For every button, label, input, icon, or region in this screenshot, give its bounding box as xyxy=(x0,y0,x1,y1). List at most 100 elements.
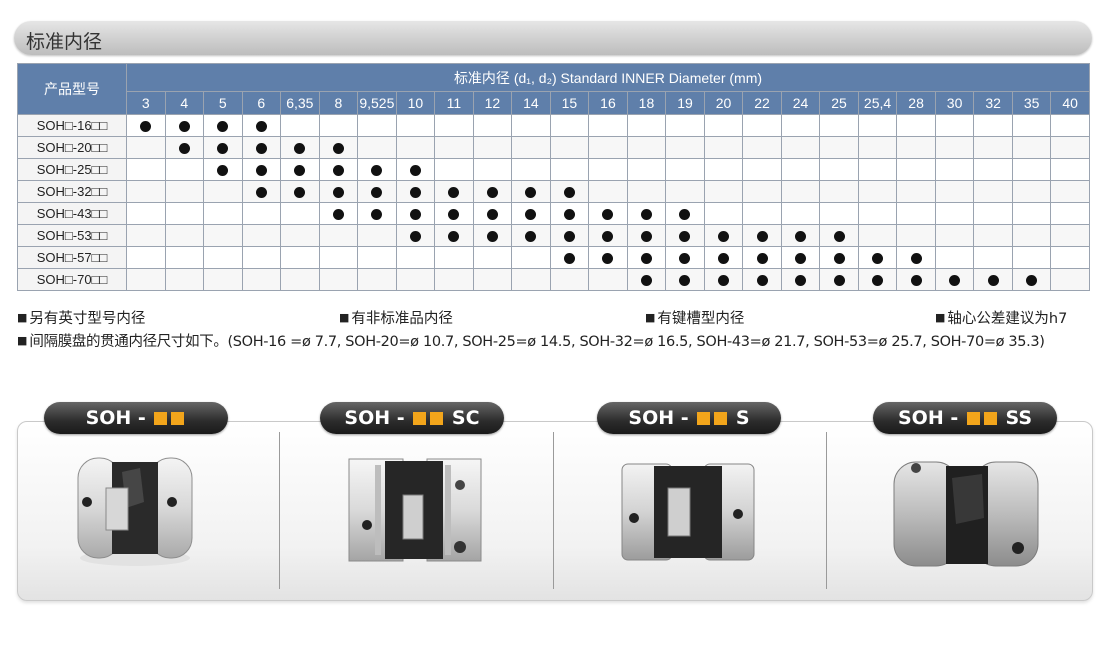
available-dot-icon xyxy=(255,165,267,177)
availability-cell xyxy=(934,158,975,181)
availability-cell xyxy=(819,180,859,203)
availability-cell xyxy=(203,114,243,137)
availability-cell xyxy=(973,158,1013,181)
availability-cell xyxy=(395,268,436,291)
availability-cell xyxy=(241,180,282,203)
size-header-22: 22 xyxy=(742,91,782,115)
availability-cell xyxy=(819,246,859,269)
availability-cell xyxy=(511,202,551,225)
table-row: SOH□-70□□ xyxy=(17,268,1090,291)
model-cell: SOH□-43□□ xyxy=(17,202,127,225)
available-dot-icon xyxy=(640,209,652,221)
availability-cell xyxy=(318,136,359,159)
available-dot-icon xyxy=(563,253,575,265)
table-body: SOH□-16□□ SOH□-20□□ SOH□-25□□ SOH□-32□□ SOH□… xyxy=(17,114,1090,291)
availability-cell xyxy=(549,246,590,269)
size-header-19: 19 xyxy=(665,91,705,115)
available-dot-icon xyxy=(525,231,537,243)
available-dot-icon xyxy=(448,231,460,243)
availability-cell xyxy=(896,114,936,137)
availability-cell xyxy=(395,246,436,269)
availability-cell xyxy=(742,224,782,247)
available-dot-icon xyxy=(217,165,229,177)
available-dot-icon xyxy=(409,187,421,199)
availability-cell xyxy=(357,268,397,291)
availability-cell xyxy=(241,224,282,247)
availability-cell xyxy=(280,158,320,181)
availability-cell xyxy=(395,158,436,181)
available-dot-icon xyxy=(294,187,306,199)
availability-cell xyxy=(318,158,359,181)
availability-cell xyxy=(703,158,744,181)
coupling-image-soh-sc xyxy=(348,458,482,562)
availability-cell xyxy=(164,202,205,225)
availability-cell xyxy=(511,268,551,291)
availability-cell xyxy=(357,202,397,225)
size-header-16: 16 xyxy=(588,91,628,115)
availability-cell xyxy=(280,114,320,137)
availability-cell xyxy=(665,224,705,247)
available-dot-icon xyxy=(833,275,845,287)
availability-cell xyxy=(126,158,166,181)
availability-cell xyxy=(896,202,936,225)
note-nonstandard-bore: ■ 有非标准品内径 xyxy=(339,311,453,327)
size-header-6-35: 6,35 xyxy=(280,91,320,115)
availability-cell xyxy=(357,136,397,159)
availability-cell xyxy=(780,246,821,269)
size-header-6: 6 xyxy=(241,91,282,115)
size-header-3: 3 xyxy=(126,91,166,115)
availability-cell xyxy=(357,158,397,181)
model-cell: SOH□-32□□ xyxy=(17,180,127,203)
availability-cell xyxy=(588,246,628,269)
available-dot-icon xyxy=(255,121,267,133)
availability-cell xyxy=(780,224,821,247)
coupling-image-soh xyxy=(77,457,193,566)
size-header-24: 24 xyxy=(780,91,821,115)
available-dot-icon xyxy=(217,143,229,155)
availability-cell xyxy=(588,224,628,247)
available-dot-icon xyxy=(409,209,421,221)
availability-cell xyxy=(896,224,936,247)
model-cell: SOH□-53□□ xyxy=(17,224,127,247)
availability-cell xyxy=(934,180,975,203)
availability-cell xyxy=(742,268,782,291)
availability-cell xyxy=(742,114,782,137)
size-header-20: 20 xyxy=(703,91,744,115)
availability-cell xyxy=(357,224,397,247)
availability-cell xyxy=(780,268,821,291)
availability-cell xyxy=(780,180,821,203)
availability-cell xyxy=(973,268,1013,291)
availability-cell xyxy=(1050,114,1090,137)
available-dot-icon xyxy=(910,275,922,287)
note-inch-bore: ■ 另有英寸型号内径 xyxy=(17,311,146,327)
availability-cell xyxy=(780,158,821,181)
availability-cell xyxy=(511,158,551,181)
available-dot-icon xyxy=(756,231,768,243)
availability-cell xyxy=(1050,246,1090,269)
availability-cell xyxy=(357,114,397,137)
availability-cell xyxy=(472,268,513,291)
coupling-image-soh-s xyxy=(621,463,755,561)
size-header-8: 8 xyxy=(318,91,359,115)
available-dot-icon xyxy=(294,165,306,177)
available-dot-icon xyxy=(795,275,807,287)
table-row: SOH□-20□□ xyxy=(17,136,1090,159)
availability-cell xyxy=(934,268,975,291)
availability-cell xyxy=(472,246,513,269)
availability-cell xyxy=(665,268,705,291)
availability-cell xyxy=(241,114,282,137)
availability-cell xyxy=(395,180,436,203)
available-dot-icon xyxy=(217,121,229,133)
availability-cell xyxy=(665,158,705,181)
availability-cell xyxy=(241,268,282,291)
availability-cell xyxy=(857,202,898,225)
availability-cell xyxy=(896,268,936,291)
table-row: SOH□-16□□ xyxy=(17,114,1090,137)
availability-cell xyxy=(549,136,590,159)
availability-cell xyxy=(549,158,590,181)
inner-diameter-table: 产品型号 标准内径 (d₁, d₂) Standard INNER Diamet… xyxy=(17,63,1090,291)
available-dot-icon xyxy=(679,275,691,287)
availability-cell xyxy=(395,202,436,225)
availability-cell xyxy=(857,246,898,269)
availability-cell xyxy=(1011,268,1052,291)
